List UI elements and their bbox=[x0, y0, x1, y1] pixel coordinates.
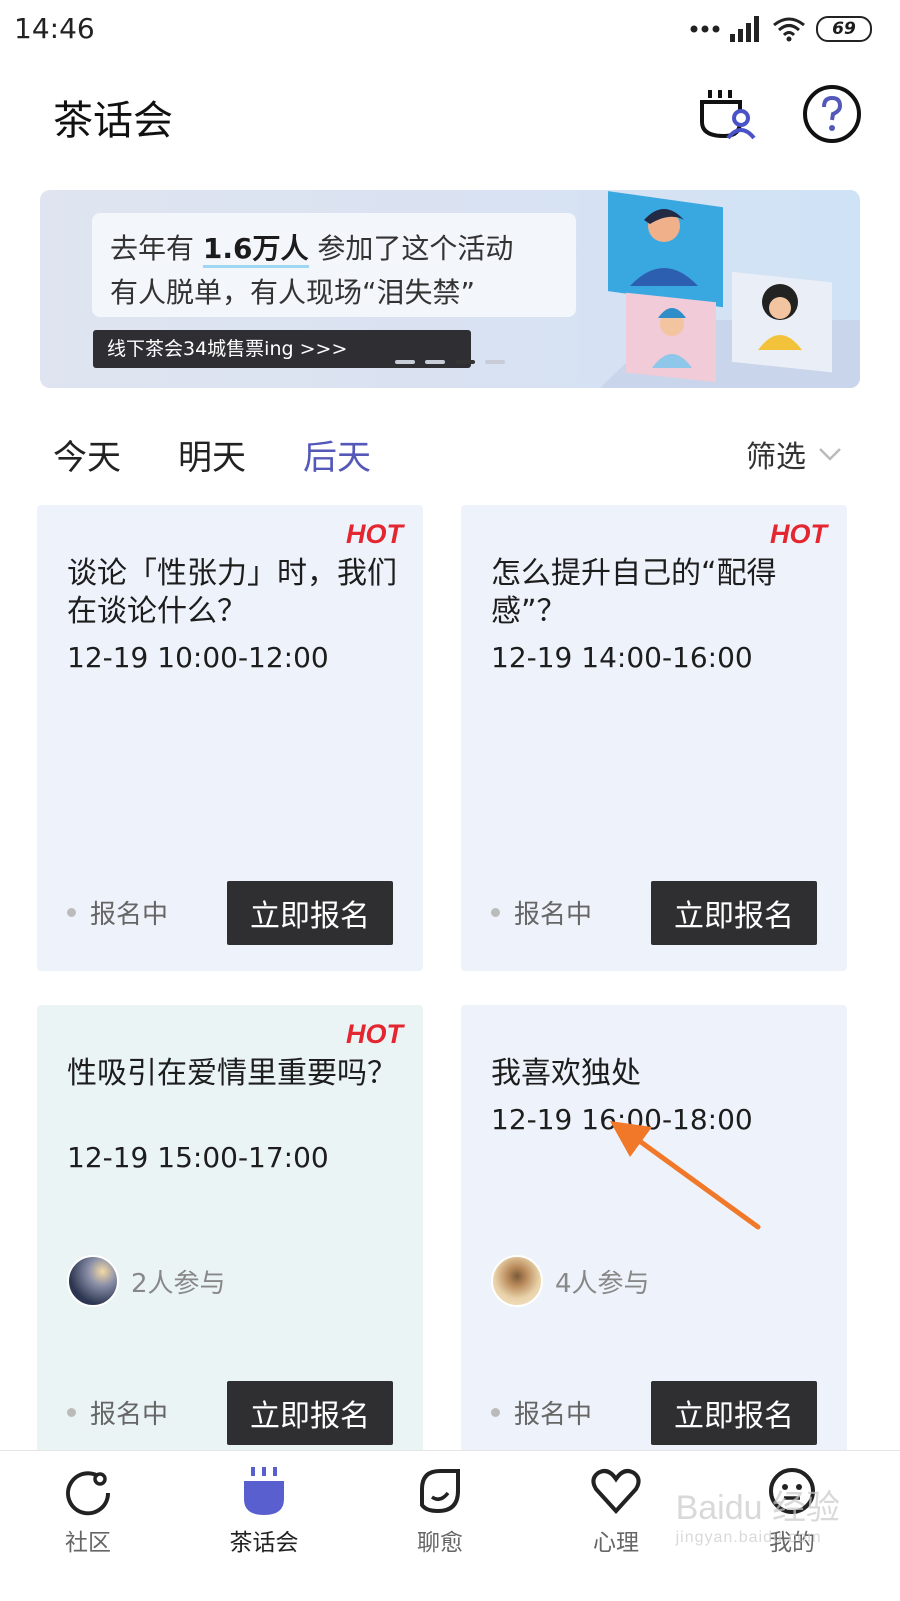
event-card[interactable]: 我喜欢独处 12-19 16:00-18:00 4人参与 报名中 立即报名 bbox=[461, 1005, 847, 1471]
community-icon bbox=[66, 1471, 111, 1516]
pagination-dot bbox=[395, 360, 415, 364]
banner-pagination bbox=[395, 360, 505, 364]
banner-line-2: 有人脱单，有人现场“泪失禁” bbox=[110, 276, 476, 309]
baidu-watermark: Baidu 经验 jingyan.baidu.com bbox=[675, 1489, 840, 1546]
avatar bbox=[67, 1255, 119, 1307]
hot-badge: HOT bbox=[346, 1019, 403, 1049]
status-time: 14:46 bbox=[14, 12, 95, 45]
filter-button[interactable]: 筛选 bbox=[746, 432, 842, 476]
event-card[interactable]: HOT 谈论「性张力」时，我们在谈论什么？ 12-19 10:00-12:00 … bbox=[37, 505, 423, 971]
status-dot bbox=[491, 1408, 500, 1417]
more-dots-icon bbox=[690, 25, 720, 33]
page-title: 茶话会 bbox=[53, 98, 173, 144]
tab-tomorrow[interactable]: 明天 bbox=[178, 430, 246, 479]
signup-button[interactable]: 立即报名 bbox=[227, 881, 393, 945]
participants-count: 2人参与 bbox=[131, 1268, 226, 1299]
annotation-arrow-icon bbox=[610, 1121, 761, 1230]
nav-label: 社区 bbox=[65, 1530, 111, 1556]
event-card[interactable]: HOT 性吸引在爱情里重要吗？ 12-19 15:00-17:00 2人参与 报… bbox=[37, 1005, 423, 1471]
filter-label: 筛选 bbox=[746, 440, 806, 475]
participants: 2人参与 bbox=[67, 1255, 226, 1307]
nav-tea-party[interactable]: 茶话会 bbox=[204, 1465, 324, 1557]
wifi-icon bbox=[773, 17, 805, 42]
nav-label: 聊愈 bbox=[417, 1530, 463, 1556]
event-time: 12-19 15:00-17:00 bbox=[67, 1141, 329, 1174]
tea-user-button[interactable] bbox=[696, 82, 760, 146]
event-card[interactable]: HOT 怎么提升自己的“配得感”？ 12-19 14:00-16:00 报名中 … bbox=[461, 505, 847, 971]
chevron-down-icon bbox=[819, 448, 841, 461]
signup-button[interactable]: 立即报名 bbox=[651, 881, 817, 945]
event-title: 我喜欢独处 bbox=[491, 1056, 641, 1091]
hot-badge: HOT bbox=[346, 519, 403, 549]
event-status: 报名中 bbox=[67, 1394, 168, 1431]
hot-badge: HOT bbox=[770, 519, 827, 549]
event-time: 12-19 14:00-16:00 bbox=[491, 641, 753, 674]
tab-day-after-tomorrow[interactable]: 后天 bbox=[303, 430, 371, 479]
status-dot bbox=[491, 908, 500, 917]
help-button[interactable] bbox=[800, 82, 864, 146]
nav-community[interactable]: 社区 bbox=[28, 1465, 148, 1557]
app-header: 茶话会 bbox=[0, 62, 900, 172]
signal-icon bbox=[730, 16, 759, 42]
participants: 4人参与 bbox=[491, 1255, 650, 1307]
nav-label: 心理 bbox=[593, 1530, 639, 1556]
nav-psychology[interactable]: 心理 bbox=[556, 1465, 676, 1557]
avatar bbox=[491, 1255, 543, 1307]
pagination-dot bbox=[485, 360, 505, 364]
status-bar: 14:46 69 bbox=[0, 0, 900, 62]
battery-indicator: 69 bbox=[816, 16, 872, 42]
status-icons: 69 bbox=[690, 16, 872, 42]
event-title: 谈论「性张力」时，我们在谈论什么？ bbox=[67, 556, 397, 629]
pagination-dot-active bbox=[455, 360, 475, 364]
banner-line-1: 去年有 1.6万人 参加了这个活动 bbox=[110, 227, 558, 271]
status-dot bbox=[67, 1408, 76, 1417]
pagination-dot bbox=[425, 360, 445, 364]
event-status: 报名中 bbox=[491, 1394, 592, 1431]
banner-illustration bbox=[600, 191, 860, 388]
tab-today[interactable]: 今天 bbox=[53, 430, 121, 479]
event-title: 性吸引在爱情里重要吗？ bbox=[67, 1056, 397, 1091]
event-status: 报名中 bbox=[491, 894, 592, 931]
nav-chat-heal[interactable]: 聊愈 bbox=[380, 1465, 500, 1557]
status-dot bbox=[67, 908, 76, 917]
help-icon bbox=[803, 85, 861, 143]
nav-label: 茶话会 bbox=[229, 1530, 299, 1556]
chat-heal-icon bbox=[420, 1469, 460, 1514]
event-status: 报名中 bbox=[67, 894, 168, 931]
tea-party-icon bbox=[244, 1467, 284, 1515]
heart-icon bbox=[591, 1469, 641, 1514]
banner-highlight: 1.6万人 bbox=[202, 232, 309, 268]
participants-count: 4人参与 bbox=[555, 1268, 650, 1299]
promo-banner[interactable]: 去年有 1.6万人 参加了这个活动 有人脱单，有人现场“泪失禁” 线下茶会34城… bbox=[40, 190, 860, 388]
banner-bubble: 去年有 1.6万人 参加了这个活动 有人脱单，有人现场“泪失禁” bbox=[92, 213, 576, 317]
event-time: 12-19 10:00-12:00 bbox=[67, 641, 329, 674]
event-title: 怎么提升自己的“配得感”？ bbox=[491, 556, 777, 629]
date-tabs: 今天 明天 后天 筛选 bbox=[0, 430, 900, 490]
tea-user-icon bbox=[700, 90, 756, 140]
signup-button[interactable]: 立即报名 bbox=[651, 1381, 817, 1445]
signup-button[interactable]: 立即报名 bbox=[227, 1381, 393, 1445]
